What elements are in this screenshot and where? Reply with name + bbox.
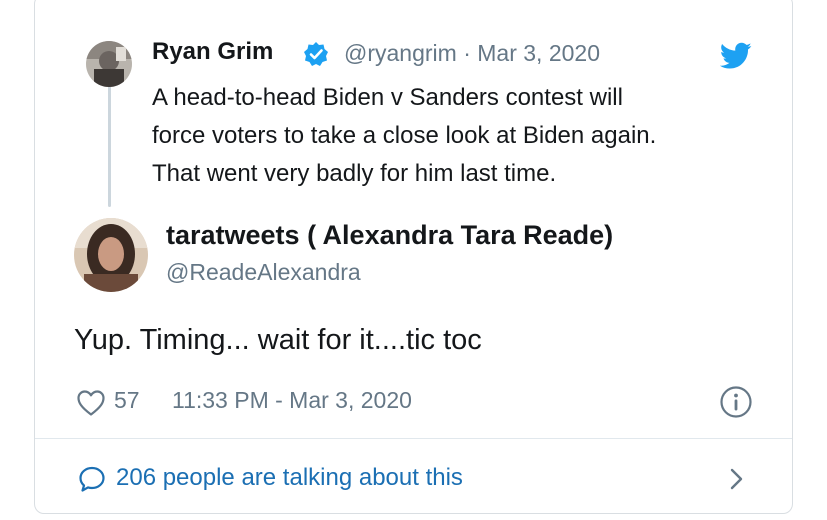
like-count[interactable]: 57 (114, 387, 140, 414)
author-name[interactable]: taratweets ( Alexandra Tara Reade) (166, 220, 613, 251)
tweet-timestamp[interactable]: 11:33 PM - Mar 3, 2020 (172, 387, 412, 414)
thread-connector (108, 85, 111, 207)
quoted-text-line: force voters to take a close look at Bid… (152, 122, 657, 149)
chevron-right-icon[interactable] (727, 466, 747, 492)
twitter-bird-icon[interactable] (719, 42, 752, 70)
quoted-tweet-text: A head-to-head Biden v Sanders contest w… (152, 79, 772, 193)
quoted-handle-date[interactable]: @ryangrim · Mar 3, 2020 (344, 40, 600, 67)
author-handle[interactable]: @ReadeAlexandra (166, 259, 361, 286)
footer-divider (35, 438, 792, 439)
quoted-text-line: A head-to-head Biden v Sanders contest w… (152, 84, 623, 111)
verified-badge-icon (303, 41, 329, 67)
ryan-grim-avatar[interactable] (86, 41, 132, 87)
tweet-text: Yup. Timing... wait for it....tic toc (74, 324, 482, 356)
info-icon[interactable] (719, 385, 753, 419)
tara-reade-avatar[interactable] (74, 218, 148, 292)
comment-bubble-icon[interactable] (78, 465, 106, 493)
heart-icon[interactable] (76, 389, 106, 417)
quoted-text-line: That went very badly for him last time. (152, 160, 557, 187)
quoted-author-name[interactable]: Ryan Grim (152, 38, 273, 66)
people-talking-link[interactable]: 206 people are talking about this (116, 464, 463, 492)
